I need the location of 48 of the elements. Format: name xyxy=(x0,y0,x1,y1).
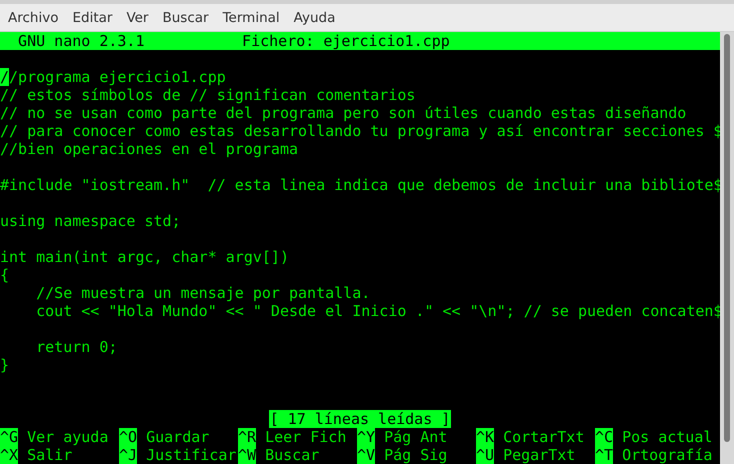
code-line: //programa ejercicio1.cpp xyxy=(0,68,227,86)
menu-item[interactable]: Ayuda xyxy=(286,10,342,26)
menu-item[interactable]: Terminal xyxy=(216,10,287,26)
scrollbar-thumb[interactable] xyxy=(724,34,730,442)
menu-item[interactable]: Archivo xyxy=(1,10,66,26)
shortcut-label: Justificar xyxy=(146,446,236,464)
shortcut-label: Ver ayuda xyxy=(27,428,108,446)
shortcut-key: ^G xyxy=(0,428,18,446)
code-line: //Se muestra un mensaje por pantalla. xyxy=(35,284,372,302)
shortcut-key: ^R xyxy=(238,428,256,446)
shortcut-key: ^V xyxy=(357,446,376,464)
cursor: / xyxy=(0,68,10,86)
shortcut-label: Buscar xyxy=(265,446,320,464)
shortcut-label: Salir xyxy=(27,446,72,464)
code-line: //bien operaciones en el programa xyxy=(0,140,300,158)
code-line: using namespace std; xyxy=(0,212,182,230)
shortcut-key: ^W xyxy=(238,446,256,464)
shortcut-key: ^J xyxy=(119,446,138,464)
code-line: return 0; xyxy=(35,338,118,356)
shortcut-label: Pos actual xyxy=(622,428,712,446)
code-line: // estos símbolos de // significan comentarios xyxy=(0,86,416,104)
menu-item[interactable]: Ver xyxy=(119,10,156,26)
scrollbar[interactable] xyxy=(720,32,734,464)
shortcut-key: ^C xyxy=(595,428,614,446)
shortcut-key: ^T xyxy=(595,446,614,464)
code-line: // no se usan como parte del programa pero son útiles cuando estas diseñando xyxy=(0,104,688,122)
file-name: Fichero: ejercicio1.cpp xyxy=(242,32,450,50)
shortcut-label: PegarTxt xyxy=(503,446,576,464)
shortcut-key: ^X xyxy=(0,446,18,464)
status-message: [ 17 líneas leídas ] xyxy=(268,410,452,428)
code-line: { xyxy=(0,266,10,284)
shortcut-key: ^K xyxy=(476,428,494,446)
shortcut-label: Pág Sig xyxy=(384,446,448,464)
code-line: #include "iostream.h" // esta linea indica que debemos de incluir una bibliote$ xyxy=(0,176,720,194)
code-line: cout << "Hola Mundo" << " Desde el Inicio ." << "\n"; // se pueden concaten$ xyxy=(35,302,720,320)
shortcut-label: Ortografía xyxy=(622,446,712,464)
code-line: int main(int argc, char* argv[]) xyxy=(0,248,290,266)
shortcut-key: ^Y xyxy=(357,428,376,446)
menu-item[interactable]: Editar xyxy=(65,10,120,26)
shortcut-key: ^O xyxy=(119,428,138,446)
code-line: } xyxy=(0,356,10,374)
menu-item[interactable]: Buscar xyxy=(155,10,216,26)
shortcut-label: Leer Fich xyxy=(265,428,346,446)
shortcut-label: Pág Ant xyxy=(384,428,448,446)
shortcut-label: CortarTxt xyxy=(503,428,584,446)
shortcut-label: Guardar xyxy=(146,428,210,446)
editor-version: GNU nano 2.3.1 xyxy=(18,32,146,50)
shortcut-key: ^U xyxy=(476,446,494,464)
